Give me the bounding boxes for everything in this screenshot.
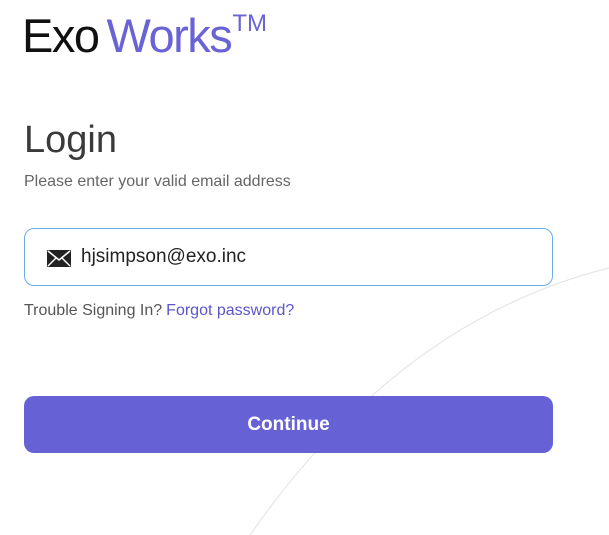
email-field[interactable]: [24, 228, 553, 286]
email-input[interactable]: [81, 229, 531, 285]
page-title: Login: [24, 119, 117, 161]
continue-button[interactable]: Continue: [24, 396, 553, 453]
logo-text-works: Works: [106, 9, 233, 62]
mail-icon: [47, 250, 71, 267]
logo-trademark: TM: [232, 10, 267, 37]
exoworks-logo: Exo WorksTM: [22, 10, 267, 62]
forgot-password-link[interactable]: Forgot password?: [166, 302, 294, 319]
trouble-signing-in: Trouble Signing In? Forgot password?: [24, 301, 294, 321]
page-subtitle: Please enter your valid email address: [24, 173, 291, 190]
trouble-text: Trouble Signing In?: [24, 302, 163, 319]
logo-text-exo: Exo: [22, 9, 100, 62]
